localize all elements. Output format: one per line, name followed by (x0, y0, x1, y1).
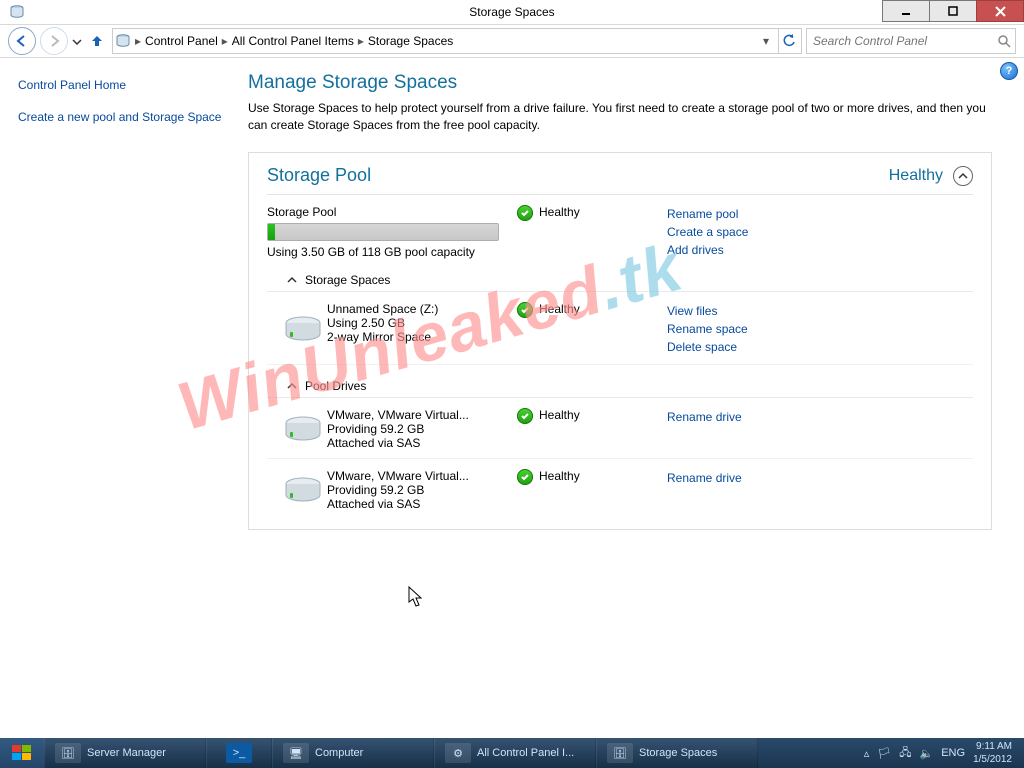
forward-button[interactable] (40, 27, 68, 55)
delete-space-link[interactable]: Delete space (667, 338, 973, 356)
pool-name: Storage Pool (267, 205, 517, 219)
rename-drive-link[interactable]: Rename drive (667, 469, 973, 487)
view-files-link[interactable]: View files (667, 302, 973, 320)
breadcrumb-sep-icon: ▸ (220, 34, 230, 48)
capacity-bar (267, 223, 499, 241)
minimize-button[interactable] (882, 0, 930, 22)
space-item: Unnamed Space (Z:) Using 2.50 GB 2-way M… (267, 292, 973, 365)
taskbar-item-server-manager[interactable]: 🗄Server Manager (44, 738, 206, 768)
tray-sound-icon[interactable]: 🔈 (920, 747, 934, 760)
section-label: Storage Spaces (305, 273, 390, 287)
create-space-link[interactable]: Create a space (667, 223, 973, 241)
address-bar[interactable]: ▸ Control Panel ▸ All Control Panel Item… (112, 28, 802, 54)
breadcrumb-leaf[interactable]: Storage Spaces (368, 34, 453, 48)
drive-attach: Attached via SAS (327, 436, 517, 450)
page-heading: Manage Storage Spaces (248, 72, 992, 94)
storage-pool-card: Storage Pool Healthy Storage Pool Using … (248, 152, 992, 530)
collapse-button[interactable] (953, 166, 973, 186)
taskbar-item-powershell[interactable]: >_ (206, 738, 272, 768)
address-icon (115, 34, 131, 48)
taskbar-item-computer[interactable]: 🖥Computer (272, 738, 434, 768)
sidebar: Control Panel Home Create a new pool and… (0, 58, 238, 738)
sidebar-new-pool-link[interactable]: Create a new pool and Storage Space (18, 108, 228, 126)
storage-spaces-window: Storage Spaces ▸ Control Panel ▸ All Con… (0, 0, 1024, 739)
space-type: 2-way Mirror Space (327, 330, 517, 344)
search-box[interactable] (806, 28, 1016, 54)
pool-drives-section-header[interactable]: Pool Drives (267, 369, 973, 398)
taskbar-item-control-panel[interactable]: ⚙All Control Panel I... (434, 738, 596, 768)
tray-chevron-icon[interactable]: ▵ (864, 747, 870, 760)
back-button[interactable] (8, 27, 36, 55)
history-dropdown-icon[interactable] (72, 37, 82, 47)
page-description: Use Storage Spaces to help protect yours… (248, 100, 992, 134)
section-label: Pool Drives (305, 379, 366, 393)
breadcrumb-root[interactable]: Control Panel (145, 34, 218, 48)
taskbar-item-storage-spaces[interactable]: 🗄Storage Spaces (596, 738, 758, 768)
app-icon (0, 5, 34, 19)
pool-title: Storage Pool (267, 165, 889, 186)
sidebar-home-link[interactable]: Control Panel Home (18, 76, 228, 94)
taskbar: 🗄Server Manager >_ 🖥Computer ⚙All Contro… (0, 738, 1024, 768)
breadcrumb-mid[interactable]: All Control Panel Items (232, 34, 354, 48)
drive-item: VMware, VMware Virtual... Providing 59.2… (267, 398, 973, 459)
space-status: Healthy (539, 302, 580, 316)
chevron-up-icon (287, 381, 297, 391)
address-dropdown-icon[interactable]: ▾ (756, 29, 776, 53)
disk-icon (279, 302, 327, 356)
app-icon: 🖥 (283, 743, 309, 763)
drive-capacity: Providing 59.2 GB (327, 483, 517, 497)
disk-icon (279, 469, 327, 511)
window-title: Storage Spaces (0, 5, 1024, 19)
healthy-icon (517, 205, 533, 221)
healthy-icon (517, 302, 533, 318)
drive-attach: Attached via SAS (327, 497, 517, 511)
tray-clock[interactable]: 9:11 AM 1/5/2012 (973, 740, 1016, 766)
drive-name: VMware, VMware Virtual... (327, 408, 517, 422)
nav-bar: ▸ Control Panel ▸ All Control Panel Item… (0, 25, 1024, 58)
app-icon: ⚙ (445, 743, 471, 763)
refresh-button[interactable] (778, 29, 799, 53)
close-button[interactable] (976, 0, 1024, 22)
maximize-button[interactable] (929, 0, 977, 22)
drive-status: Healthy (539, 408, 580, 422)
breadcrumb-sep-icon: ▸ (133, 34, 143, 48)
drive-name: VMware, VMware Virtual... (327, 469, 517, 483)
rename-pool-link[interactable]: Rename pool (667, 205, 973, 223)
main-panel: Manage Storage Spaces Use Storage Spaces… (238, 58, 1024, 738)
healthy-icon (517, 469, 533, 485)
rename-space-link[interactable]: Rename space (667, 320, 973, 338)
capacity-fill (268, 224, 275, 240)
up-button[interactable] (86, 30, 108, 52)
pool-status: Healthy (539, 205, 580, 219)
tray-language[interactable]: ENG (941, 747, 965, 759)
disk-icon (279, 408, 327, 450)
start-button[interactable] (0, 738, 44, 768)
chevron-up-icon (287, 275, 297, 285)
healthy-icon (517, 408, 533, 424)
breadcrumb-sep-icon: ▸ (356, 34, 366, 48)
search-icon (997, 34, 1011, 48)
app-icon: 🗄 (607, 743, 633, 763)
tray-flag-icon[interactable]: 🏳 (877, 747, 891, 760)
storage-spaces-section-header[interactable]: Storage Spaces (267, 263, 973, 292)
tray-network-icon[interactable]: 🖧 (899, 744, 911, 763)
content-area: ? Control Panel Home Create a new pool a… (0, 58, 1024, 738)
pool-health-summary: Healthy (889, 167, 943, 185)
window-buttons (883, 0, 1024, 20)
drive-item: VMware, VMware Virtual... Providing 59.2… (267, 459, 973, 519)
search-input[interactable] (811, 33, 997, 49)
rename-drive-link[interactable]: Rename drive (667, 408, 973, 426)
drive-status: Healthy (539, 469, 580, 483)
space-usage: Using 2.50 GB (327, 316, 517, 330)
app-icon: 🗄 (55, 743, 81, 763)
card-header: Storage Pool Healthy (267, 153, 973, 195)
drive-capacity: Providing 59.2 GB (327, 422, 517, 436)
space-name: Unnamed Space (Z:) (327, 302, 517, 316)
system-tray: ▵ 🏳 🖧 🔈 ENG 9:11 AM 1/5/2012 (856, 738, 1024, 768)
title-bar: Storage Spaces (0, 0, 1024, 25)
pool-usage: Using 3.50 GB of 118 GB pool capacity (267, 245, 517, 259)
add-drives-link[interactable]: Add drives (667, 241, 973, 259)
pool-summary-row: Storage Pool Using 3.50 GB of 118 GB poo… (267, 205, 973, 259)
app-icon: >_ (226, 743, 252, 763)
